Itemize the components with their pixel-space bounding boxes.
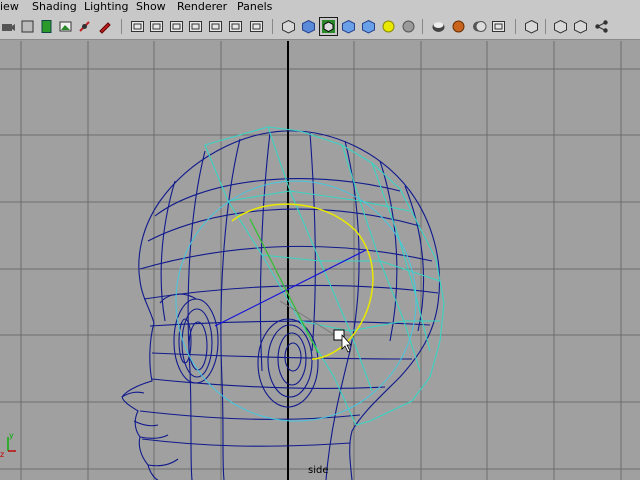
guide-line-blue <box>214 248 369 327</box>
bookmark-icon-glyph <box>41 20 52 33</box>
hypergraph-icon-glyph <box>595 20 608 33</box>
mouse-cursor-icon <box>341 333 352 353</box>
ambient-occlusion-icon-glyph <box>473 21 487 32</box>
wireframe-icon-glyph <box>282 19 295 34</box>
high-quality-icon[interactable] <box>430 18 447 35</box>
smooth-shade-icon[interactable] <box>300 18 317 35</box>
image-plane-icon-glyph <box>59 21 72 32</box>
isolate-select-icon-glyph <box>525 19 538 34</box>
resolution-gate-icon-glyph <box>170 21 183 32</box>
panel-menubar: iew Shading Lighting Show Renderer Panels <box>0 0 640 14</box>
grid-icon-glyph <box>131 21 144 32</box>
safe-title-icon-glyph <box>250 21 263 32</box>
use-all-lights-icon-glyph <box>382 20 395 33</box>
smooth-shade-icon-glyph <box>302 19 315 34</box>
camera-select-icon-glyph <box>2 24 15 31</box>
single-view-icon-glyph <box>554 19 567 34</box>
toolbar-separator <box>545 19 546 34</box>
side-viewport[interactable]: y z side <box>0 41 640 480</box>
resolution-gate-icon[interactable] <box>168 18 185 35</box>
two-views-icon[interactable] <box>572 18 589 35</box>
camera-select-icon[interactable] <box>0 18 17 35</box>
ambient-occlusion-icon[interactable] <box>471 18 488 35</box>
camera-name-label: side <box>308 465 329 476</box>
bookmark-icon[interactable] <box>38 18 55 35</box>
use-all-lights-icon[interactable] <box>380 18 397 35</box>
wireframe-on-shaded-icon-glyph <box>322 20 335 33</box>
image-plane-icon[interactable] <box>57 18 74 35</box>
safe-action-icon[interactable] <box>227 18 244 35</box>
head-mesh-wireframe <box>121 130 441 480</box>
isolate-select-icon[interactable] <box>523 18 540 35</box>
grease-pencil-icon[interactable] <box>96 18 113 35</box>
two-views-icon-glyph <box>574 19 587 34</box>
toolbar-separator <box>422 19 423 34</box>
wireframe-on-shaded-icon[interactable] <box>319 17 338 36</box>
menu-iew[interactable]: iew <box>0 0 19 13</box>
menu-shading[interactable]: Shading <box>32 0 77 13</box>
axis-label-z: z <box>0 450 5 459</box>
grid-icon[interactable] <box>129 18 146 35</box>
safe-title-icon[interactable] <box>248 18 265 35</box>
axis-label-y: y <box>9 431 14 440</box>
xray-icon-glyph <box>342 19 355 34</box>
high-quality-icon-glyph <box>432 22 445 32</box>
depth-of-field-icon-glyph <box>492 21 505 32</box>
menu-show[interactable]: Show <box>136 0 166 13</box>
xray-icon[interactable] <box>340 18 357 35</box>
menu-renderer[interactable]: Renderer <box>177 0 227 13</box>
single-view-icon[interactable] <box>552 18 569 35</box>
textured-icon[interactable] <box>360 18 377 35</box>
gate-mask-icon[interactable] <box>187 18 204 35</box>
panel-toolbar <box>0 14 640 40</box>
menu-lighting[interactable]: Lighting <box>84 0 128 13</box>
two-d-pan-icon[interactable] <box>76 18 93 35</box>
field-chart-icon[interactable] <box>207 18 224 35</box>
two-d-pan-icon-glyph <box>79 21 90 32</box>
viewport-scene[interactable] <box>0 41 640 480</box>
field-chart-icon-glyph <box>209 21 222 32</box>
toolbar-separator <box>121 19 122 34</box>
shadows-icon[interactable] <box>400 18 417 35</box>
toolbar-separator <box>515 19 516 34</box>
film-gate-icon[interactable] <box>148 18 165 35</box>
wireframe-icon[interactable] <box>280 18 297 35</box>
camera-attributes-icon-glyph <box>21 20 34 33</box>
shadows-icon-glyph <box>402 20 415 33</box>
lattice-cage <box>175 126 445 426</box>
gate-mask-icon-glyph <box>189 21 202 32</box>
film-gate-icon-glyph <box>150 21 163 32</box>
toolbar-separator <box>272 19 273 34</box>
depth-of-field-icon[interactable] <box>490 18 507 35</box>
hypergraph-icon[interactable] <box>593 18 610 35</box>
textured-icon-glyph <box>362 19 375 34</box>
camera-attributes-icon[interactable] <box>19 18 36 35</box>
grease-pencil-icon-glyph <box>99 22 111 34</box>
motion-blur-icon[interactable] <box>450 18 467 35</box>
safe-action-icon-glyph <box>229 21 242 32</box>
menu-panels[interactable]: Panels <box>237 0 272 13</box>
motion-blur-icon-glyph <box>452 20 465 33</box>
